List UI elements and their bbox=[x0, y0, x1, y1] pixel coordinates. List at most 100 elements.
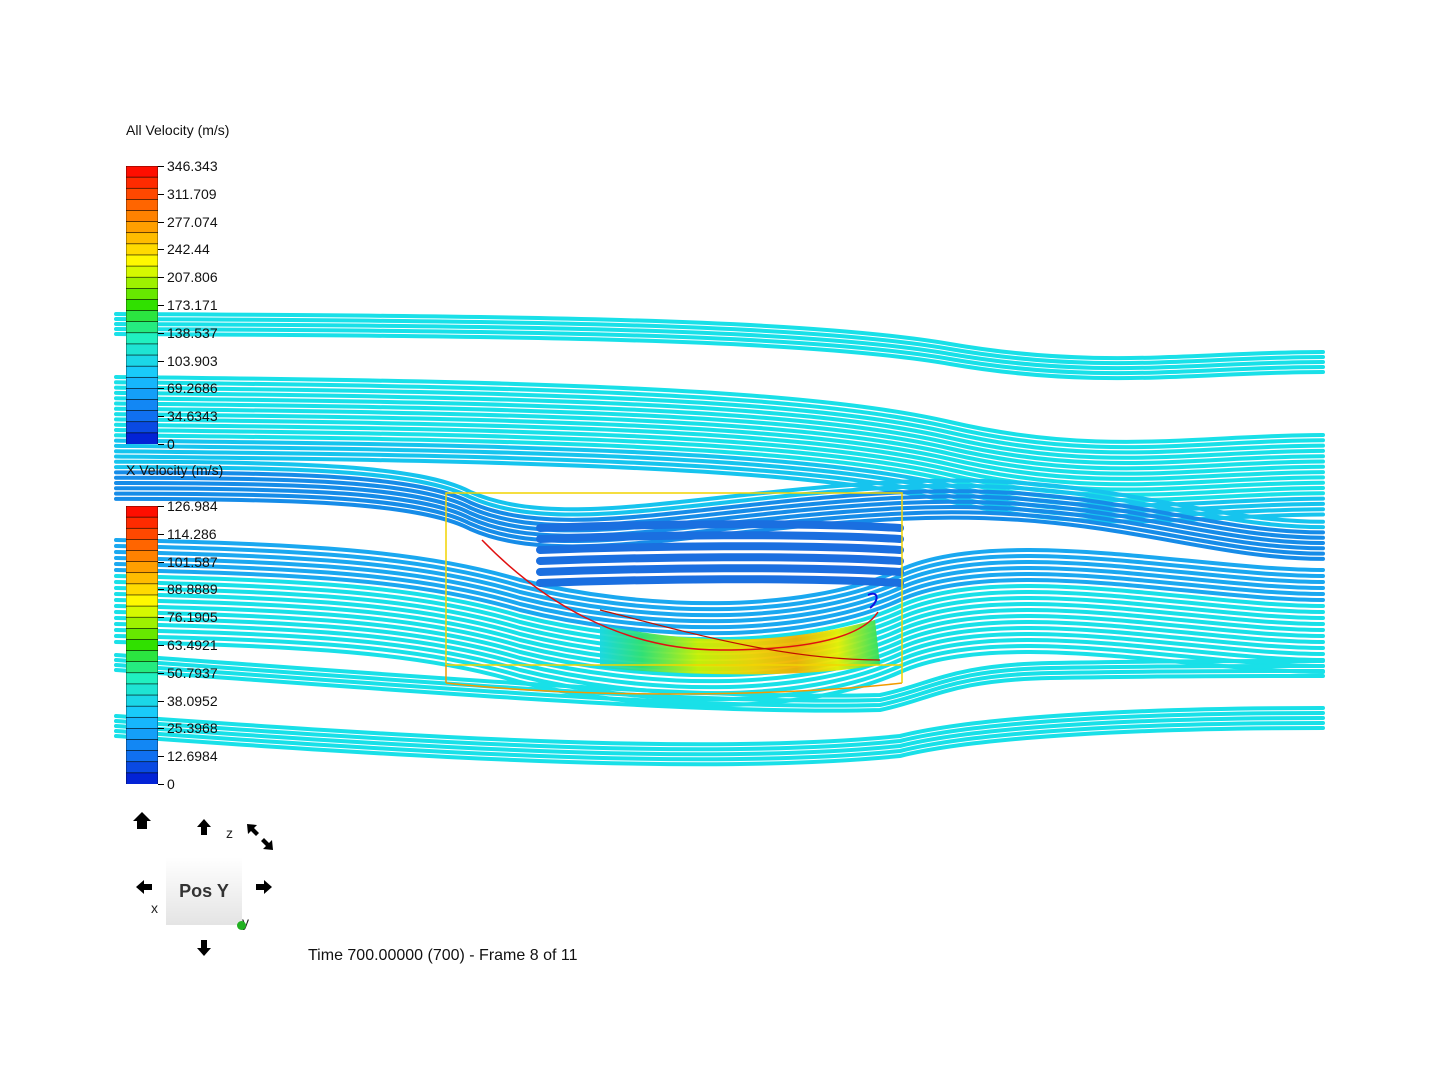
colorbar-tick bbox=[158, 617, 164, 619]
arrow-down-icon[interactable] bbox=[191, 935, 217, 961]
colorbar-segment bbox=[125, 661, 159, 674]
colorbar-segment bbox=[125, 550, 159, 563]
colorbar-tick-label: 207.806 bbox=[167, 269, 218, 286]
colorbar-tick bbox=[158, 561, 164, 563]
colorbar-segment bbox=[125, 761, 159, 774]
colorbar-segment bbox=[125, 772, 159, 785]
colorbar-segment bbox=[125, 628, 159, 641]
legend-title: X Velocity (m/s) bbox=[126, 462, 224, 478]
colorbar-tick bbox=[158, 221, 164, 223]
home-icon[interactable] bbox=[129, 808, 155, 834]
streamline bbox=[536, 531, 904, 543]
colorbar-tick-label: 346.343 bbox=[167, 158, 218, 174]
axis-z-label: z bbox=[226, 825, 233, 841]
colorbar-tick bbox=[158, 533, 164, 535]
colorbar-segment bbox=[125, 650, 159, 663]
colorbar-tick-label: 114.286 bbox=[167, 525, 217, 542]
colorbar-tick bbox=[158, 305, 164, 306]
colorbar-segment bbox=[125, 527, 159, 541]
colorbar-segment bbox=[125, 187, 159, 201]
colorbar-segment bbox=[125, 539, 159, 552]
colorbar-segment bbox=[125, 583, 159, 596]
roll-arrows-icon[interactable] bbox=[245, 822, 275, 852]
colorbar-tick bbox=[158, 672, 164, 674]
arrow-left-icon[interactable] bbox=[131, 874, 157, 900]
colorbar-segment bbox=[125, 232, 159, 245]
colorbar-segment bbox=[125, 683, 159, 696]
colorbar-segment bbox=[125, 605, 159, 619]
colorbar-segment bbox=[125, 221, 159, 234]
axis-x-label: x bbox=[151, 900, 158, 916]
colorbar-segment bbox=[125, 343, 159, 356]
colorbar-tick-label: 63.4921 bbox=[167, 637, 218, 653]
colorbar-tick bbox=[158, 332, 164, 334]
colorbar-segment bbox=[125, 176, 159, 190]
colorbar-tick-label: 50.7937 bbox=[167, 664, 218, 681]
colorbar-segment bbox=[125, 354, 159, 367]
colorbar-segment bbox=[125, 376, 159, 390]
colorbar-segment bbox=[125, 254, 159, 267]
colorbar-tick-label: 88.8889 bbox=[167, 581, 218, 598]
colorbar-segment bbox=[125, 299, 159, 312]
colorbar-segment bbox=[125, 199, 159, 212]
colorbar-tick bbox=[158, 784, 164, 785]
colorbar-tick-label: 138.537 bbox=[167, 324, 218, 341]
colorbar-segment bbox=[125, 388, 159, 401]
colorbar-segment bbox=[125, 410, 159, 423]
streamline bbox=[536, 564, 904, 576]
colorbar-tick bbox=[158, 645, 164, 646]
view-cube[interactable]: Pos Y bbox=[166, 857, 242, 925]
colorbar-segment bbox=[125, 572, 159, 585]
colorbar-segment bbox=[125, 750, 159, 763]
colorbar-tick bbox=[158, 249, 164, 251]
colorbar-segment bbox=[125, 321, 159, 334]
colorbar-segment bbox=[125, 310, 159, 323]
colorbar-tick-label: 0 bbox=[167, 436, 175, 452]
colorbar-segment bbox=[125, 561, 159, 574]
colorbar-tick-label: 242.44 bbox=[167, 241, 210, 258]
time-frame-label: Time 700.00000 (700) - Frame 8 of 11 bbox=[308, 947, 578, 964]
legend-title: All Velocity (m/s) bbox=[126, 122, 230, 138]
colorbar-tick-label: 76.1905 bbox=[167, 609, 218, 626]
colorbar-segment bbox=[125, 594, 159, 607]
arrow-right-icon[interactable] bbox=[251, 874, 277, 900]
colorbar bbox=[125, 505, 159, 785]
colorbar-segment bbox=[125, 243, 159, 256]
colorbar-segment bbox=[125, 705, 159, 719]
colorbar-tick-label: 34.6343 bbox=[167, 408, 218, 425]
colorbar bbox=[125, 165, 159, 445]
colorbar-tick-label: 126.984 bbox=[167, 498, 218, 514]
colorbar-segment bbox=[125, 165, 159, 178]
colorbar-segment bbox=[125, 432, 159, 445]
arrow-up-icon[interactable] bbox=[191, 814, 217, 840]
colorbar-segment bbox=[125, 210, 159, 223]
axis-origin-dot bbox=[237, 921, 246, 930]
colorbar-tick bbox=[158, 388, 164, 390]
colorbar-segment bbox=[125, 421, 159, 434]
colorbar-segment bbox=[125, 639, 159, 652]
colorbar-tick bbox=[158, 700, 164, 702]
colorbar-tick bbox=[158, 416, 164, 418]
colorbar-tick-label: 311.709 bbox=[167, 185, 217, 202]
colorbar-segment bbox=[125, 728, 159, 741]
colorbar-tick bbox=[158, 589, 164, 591]
colorbar-tick-label: 25.3968 bbox=[167, 720, 218, 737]
colorbar-segment bbox=[125, 332, 159, 345]
colorbar-segment bbox=[125, 694, 159, 707]
colorbar-segment bbox=[125, 616, 159, 630]
colorbar-segment bbox=[125, 505, 159, 518]
streamline bbox=[536, 575, 904, 587]
streamline bbox=[536, 553, 904, 565]
colorbar-tick-label: 101.587 bbox=[167, 553, 218, 570]
colorbar-tick-label: 277.074 bbox=[167, 213, 218, 230]
colorbar-tick bbox=[158, 193, 164, 195]
colorbar-tick bbox=[158, 360, 164, 362]
colorbar-tick-label: 12.6984 bbox=[167, 748, 218, 765]
view-cube-face-label: Pos Y bbox=[179, 880, 229, 901]
colorbar-tick bbox=[158, 506, 164, 507]
colorbar-tick-label: 173.171 bbox=[167, 297, 218, 313]
streamline bbox=[536, 542, 904, 554]
colorbar-tick-label: 69.2686 bbox=[167, 380, 218, 397]
colorbar-segment bbox=[125, 739, 159, 752]
colorbar-segment bbox=[125, 365, 159, 379]
